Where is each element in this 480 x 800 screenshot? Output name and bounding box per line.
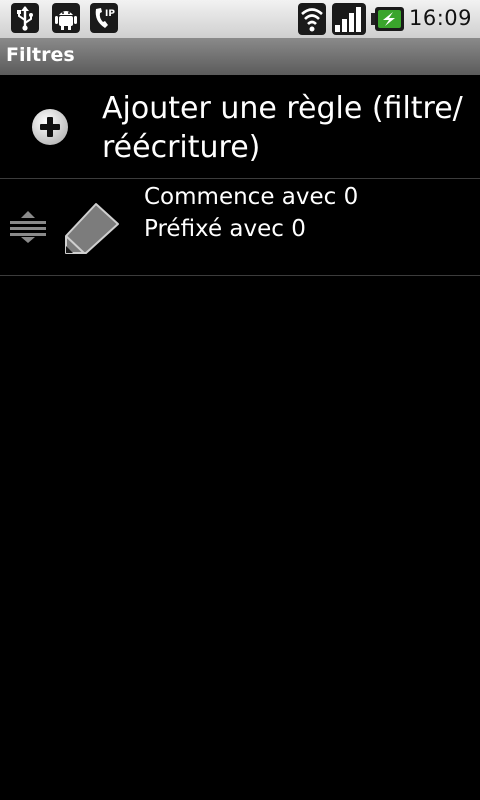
add-rule-button[interactable]: Ajouter une règle (filtre/ réécriture): [0, 75, 480, 178]
rule-condition: Commence avec 0: [144, 184, 359, 210]
page-title: Filtres: [6, 44, 75, 66]
android-debug-icon: [52, 3, 80, 33]
signal-icon: [332, 3, 366, 35]
clock: 16:09: [408, 6, 472, 30]
rule-action: Préfixé avec 0: [144, 216, 306, 242]
drag-handle-icon[interactable]: [9, 210, 47, 244]
sip-call-icon: IP: [90, 3, 118, 33]
title-bar: Filtres: [0, 38, 480, 75]
divider: [0, 275, 480, 276]
battery-charging-icon: [371, 7, 404, 31]
status-bar: IP 16:09: [0, 0, 480, 38]
svg-text:IP: IP: [105, 9, 115, 19]
add-circle-icon: [32, 109, 68, 145]
add-rule-label: Ajouter une règle (filtre/ réécriture): [102, 91, 463, 165]
usb-icon: [11, 3, 39, 33]
pencil-icon[interactable]: [64, 198, 122, 256]
wifi-icon: [298, 3, 326, 35]
list-item[interactable]: Commence avec 0 Préfixé avec 0: [0, 179, 480, 275]
